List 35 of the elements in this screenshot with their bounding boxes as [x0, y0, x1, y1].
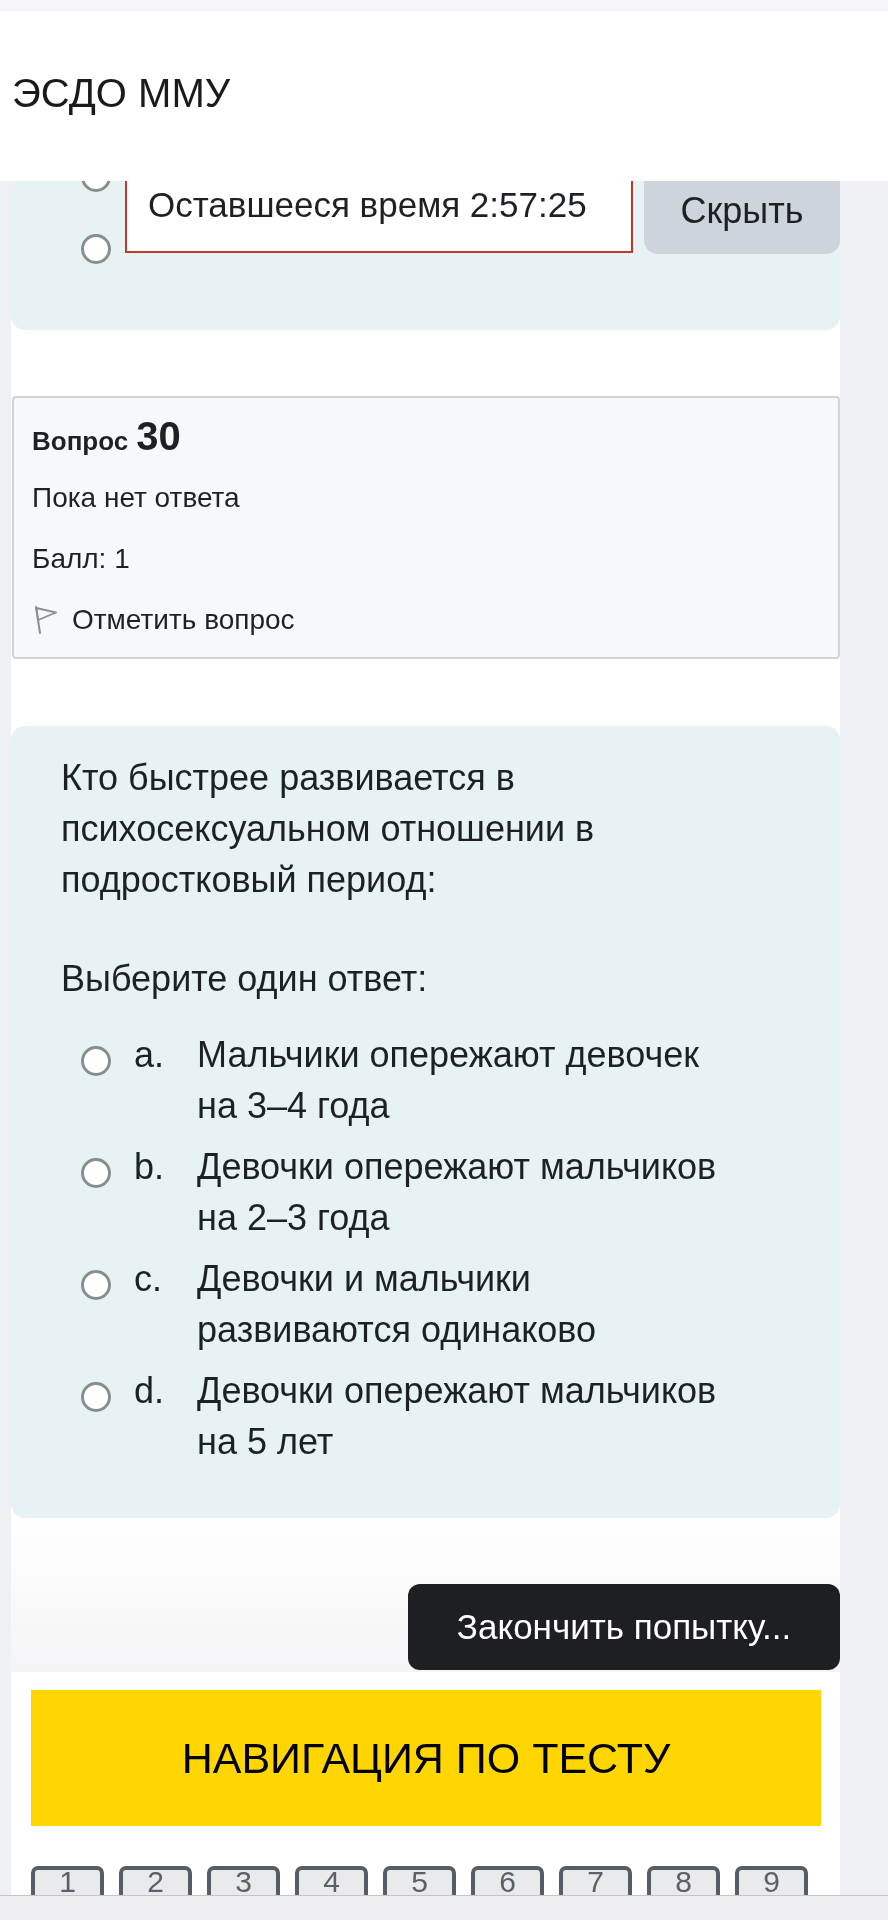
option-letter: b. — [134, 1145, 166, 1189]
question-score: Балл: 1 — [32, 543, 130, 575]
question-nav-button[interactable]: 2 — [119, 1866, 192, 1895]
question-nav-button[interactable]: 1 — [31, 1866, 104, 1895]
answer-status: Пока нет ответа — [32, 482, 240, 514]
question-nav-button[interactable]: 7 — [559, 1866, 632, 1895]
navigation-title: НАВИГАЦИЯ ПО ТЕСТУ — [31, 1690, 821, 1826]
answer-text[interactable]: Девочки и мальчики развиваются одинаково — [197, 1253, 737, 1355]
question-nav-button[interactable]: 9 — [735, 1866, 808, 1895]
radio-button[interactable] — [81, 234, 111, 264]
timer: Оставшееся время 2:57:25 — [125, 181, 633, 253]
radio-button[interactable] — [81, 181, 111, 192]
option-letter: a. — [134, 1033, 166, 1077]
radio-button[interactable] — [81, 1382, 111, 1412]
radio-button[interactable] — [81, 1270, 111, 1300]
question-number: 30 — [136, 416, 181, 456]
question-label: Вопрос — [32, 428, 129, 454]
question-nav-button[interactable]: 8 — [647, 1866, 720, 1895]
option-letter: d. — [134, 1369, 166, 1413]
question-text: Кто быстрее развивается в психосексуальном отношении в подростковый период: — [61, 756, 596, 902]
answer-text[interactable]: Девочки опережают мальчиков на 5 лет — [197, 1365, 737, 1467]
flag-question-button[interactable]: Отметить вопрос — [34, 604, 295, 636]
question-nav-button[interactable]: 3 — [207, 1866, 280, 1895]
hide-button[interactable]: Скрыть — [644, 181, 840, 254]
radio-button[interactable] — [81, 1158, 111, 1188]
site-title: ЭСДО ММУ — [12, 73, 231, 113]
finish-attempt-button[interactable]: Закончить попытку... — [408, 1584, 840, 1670]
answer-text[interactable]: Девочки опережают мальчиков на 2–3 года — [197, 1141, 737, 1243]
question-nav-button[interactable]: 6 — [471, 1866, 544, 1895]
question-nav-button[interactable]: 5 — [383, 1866, 456, 1895]
answer-prompt: Выберите один ответ: — [61, 957, 428, 1001]
question-nav-button[interactable]: 4 — [295, 1866, 368, 1895]
radio-button[interactable] — [81, 1046, 111, 1076]
option-letter: c. — [134, 1257, 163, 1301]
answer-text[interactable]: Мальчики опережают девочек на 3–4 года — [197, 1029, 737, 1131]
